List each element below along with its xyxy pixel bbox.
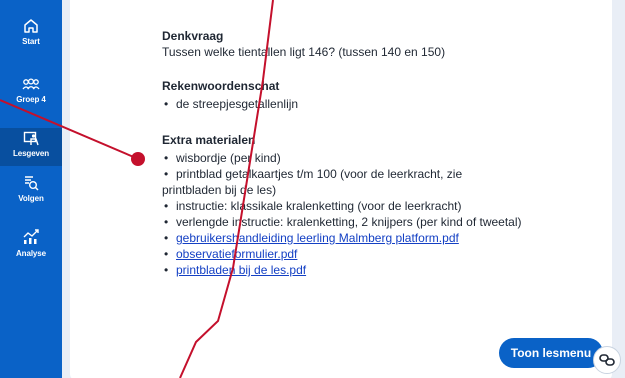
sidebar-item-label: Analyse xyxy=(16,249,46,258)
sidebar-item-analyse[interactable]: Analyse xyxy=(0,228,62,258)
link-icon xyxy=(599,354,615,366)
sidebar-item-label: Groep 4 xyxy=(16,95,46,104)
handleiding-pdf-link[interactable]: gebruikershandleiding leerling Malmberg … xyxy=(176,231,459,245)
lesson-content: Denkvraag Tussen welke tientallen ligt 1… xyxy=(162,28,522,296)
denkvraag-section: Denkvraag Tussen welke tientallen ligt 1… xyxy=(162,28,522,60)
rekenwoordenschat-title: Rekenwoordenschat xyxy=(162,79,280,93)
rekenwoordenschat-section: Rekenwoordenschat de streepjesgetallenli… xyxy=(162,78,522,112)
sidebar-item-start[interactable]: Start xyxy=(0,18,62,46)
teach-icon xyxy=(23,131,39,146)
list-item-text: printblad getalkaartjes t/m 100 (voor de… xyxy=(162,167,463,197)
file-link-item: observatieformulier.pdf xyxy=(162,246,522,262)
sidebar: Start Groep 4 Lesgeven Volgen Analyse xyxy=(0,0,62,378)
sidebar-item-volgen[interactable]: Volgen xyxy=(0,175,62,203)
printbladen-pdf-link[interactable]: printbladen bij de les.pdf xyxy=(176,263,306,277)
denkvraag-text: Tussen welke tientallen ligt 146? (tusse… xyxy=(162,45,446,59)
extra-materialen-title: Extra materialen xyxy=(162,133,256,147)
list-item: • verlengde instructie: kralenketting, 2 … xyxy=(164,215,522,229)
list-item-text: verlengde instructie: kralenketting, 2 k… xyxy=(176,215,522,229)
denkvraag-title: Denkvraag xyxy=(162,29,224,43)
sidebar-item-label: Start xyxy=(22,37,40,46)
group-icon xyxy=(22,78,40,90)
list-item: • printblad getalkaartjes t/m 100 (voor d… xyxy=(162,167,463,197)
extra-materialen-section: Extra materialen wisbordje (per kind) •p… xyxy=(162,132,522,278)
link-button[interactable] xyxy=(593,346,621,374)
track-icon xyxy=(25,176,39,191)
sidebar-item-groep[interactable]: Groep 4 xyxy=(0,78,62,104)
sidebar-item-label: Volgen xyxy=(18,194,44,203)
list-item: wisbordje (per kind) xyxy=(162,150,522,166)
home-icon xyxy=(24,19,38,33)
list-item: de streepjesgetallenlijn xyxy=(162,96,522,112)
sidebar-item-lesgeven[interactable]: Lesgeven xyxy=(0,128,62,166)
analyse-icon xyxy=(23,229,39,244)
file-link-item: gebruikershandleiding leerling Malmberg … xyxy=(162,230,522,246)
file-link-item: printbladen bij de les.pdf xyxy=(162,262,522,278)
observatieformulier-pdf-link[interactable]: observatieformulier.pdf xyxy=(176,247,297,261)
toon-lesmenu-button[interactable]: Toon lesmenu xyxy=(499,338,603,368)
sidebar-item-label: Lesgeven xyxy=(12,149,50,158)
list-item: instructie: klassikale kralenketting (vo… xyxy=(162,198,522,214)
